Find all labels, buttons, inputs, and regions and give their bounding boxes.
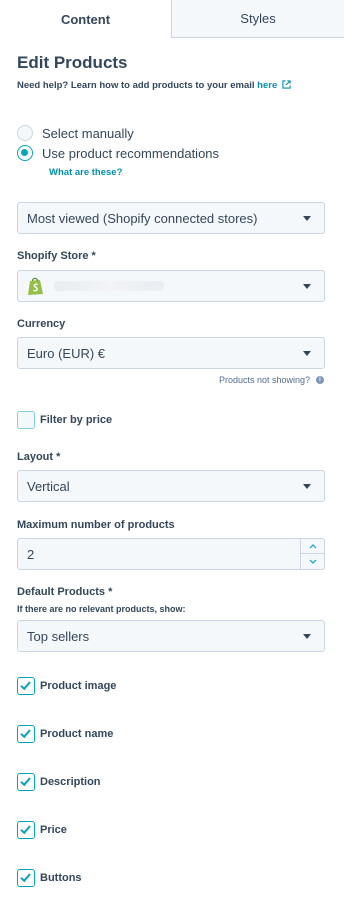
checkbox-unchecked[interactable]	[17, 411, 35, 429]
default-products-sublabel: If there are no relevant products, show:	[17, 604, 186, 614]
layout-label: Layout *	[17, 451, 61, 463]
info-icon[interactable]: i	[316, 376, 324, 384]
products-not-showing-hint[interactable]: Products not showing? i	[219, 375, 324, 385]
recommendation-select[interactable]: Most viewed (Shopify connected stores)	[17, 202, 325, 234]
checkbox-checked[interactable]	[17, 725, 35, 743]
default-products-value: Top sellers	[27, 628, 90, 644]
radio-button[interactable]	[17, 125, 33, 141]
checkbox-label: Product name	[40, 728, 114, 740]
stepper-down-button[interactable]	[301, 554, 324, 569]
chevron-down-icon	[303, 216, 311, 221]
product-name-checkbox[interactable]: Product name	[17, 725, 113, 743]
layout-select[interactable]: Vertical	[17, 470, 325, 502]
checkbox-checked[interactable]	[17, 869, 35, 887]
shopify-store-label: Shopify Store *	[17, 250, 96, 262]
help-text: Need help? Learn how to add products to …	[17, 80, 291, 91]
chevron-down-icon	[303, 484, 311, 489]
chevron-up-icon	[309, 543, 316, 548]
recommendation-select-value: Most viewed (Shopify connected stores)	[27, 210, 258, 226]
what-are-these-link[interactable]: What are these?	[49, 167, 122, 178]
hint-text: Products not showing?	[218, 375, 310, 385]
stepper-up-button[interactable]	[301, 539, 324, 554]
help-link[interactable]: here	[257, 80, 277, 91]
checkbox-checked[interactable]	[17, 821, 35, 839]
checkbox-label: Buttons	[40, 872, 82, 884]
chevron-down-icon	[303, 634, 311, 639]
currency-select[interactable]: Euro (EUR) €	[17, 337, 325, 369]
default-products-select[interactable]: Top sellers	[17, 620, 325, 652]
description-checkbox[interactable]: Description	[17, 773, 101, 791]
tab-content[interactable]: Content	[0, 0, 172, 38]
page-title: Edit Products	[17, 53, 128, 72]
checkbox-label: Price	[40, 824, 67, 836]
checkbox-label: Description	[40, 776, 101, 788]
max-products-input[interactable]: 2	[17, 538, 325, 570]
shopify-store-select[interactable]	[17, 270, 325, 302]
radio-label: Use product recommendations	[42, 145, 220, 161]
external-link-icon[interactable]	[282, 80, 291, 89]
max-products-label: Maximum number of products	[17, 519, 175, 531]
checkbox-checked[interactable]	[17, 677, 35, 695]
layout-select-value: Vertical	[27, 478, 70, 494]
checkmark-icon	[20, 873, 31, 883]
filter-by-price-checkbox[interactable]: Filter by price	[17, 411, 112, 429]
price-checkbox[interactable]: Price	[17, 821, 67, 839]
radio-use-recommendations[interactable]: Use product recommendations	[17, 145, 219, 161]
checkbox-checked[interactable]	[17, 773, 35, 791]
help-text-label: Need help? Learn how to add products to …	[17, 80, 258, 91]
editor-tabs: Content Styles	[0, 0, 344, 38]
product-image-checkbox[interactable]: Product image	[17, 677, 116, 695]
checkmark-icon	[20, 729, 31, 739]
currency-select-value: Euro (EUR) €	[27, 345, 106, 361]
chevron-down-icon	[303, 351, 311, 356]
radio-button-selected[interactable]	[17, 145, 33, 161]
chevron-down-icon	[309, 559, 316, 564]
checkbox-label: Filter by price	[40, 414, 113, 426]
buttons-checkbox[interactable]: Buttons	[17, 869, 82, 887]
tab-styles[interactable]: Styles	[172, 0, 344, 38]
radio-select-manually[interactable]: Select manually	[17, 125, 134, 141]
radio-label: Select manually	[42, 125, 134, 141]
checkbox-label: Product image	[40, 680, 117, 692]
shopify-bag-icon	[28, 277, 43, 295]
default-products-label: Default Products *	[17, 586, 113, 598]
chevron-down-icon	[303, 284, 311, 289]
store-name-redacted	[54, 281, 164, 291]
checkmark-icon	[20, 681, 31, 691]
quantity-stepper	[300, 539, 324, 569]
checkmark-icon	[20, 777, 31, 787]
currency-label: Currency	[17, 318, 66, 330]
max-products-value: 2	[27, 546, 35, 562]
checkmark-icon	[20, 825, 31, 835]
